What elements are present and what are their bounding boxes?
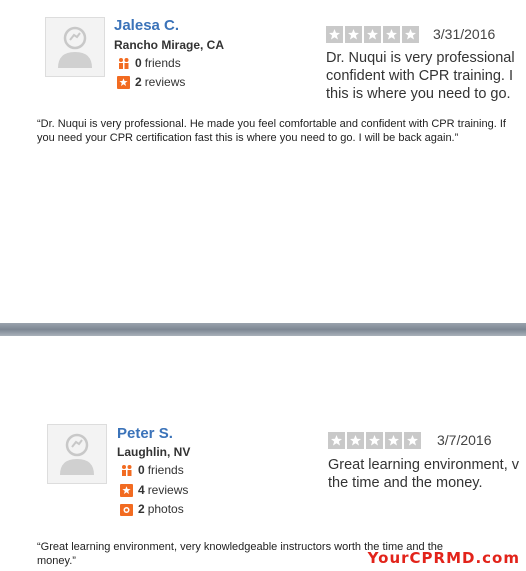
reviews-number: 2: [135, 75, 142, 89]
photos-number: 2: [138, 502, 145, 516]
star-icon: [385, 432, 402, 449]
review-snippet: Dr. Nuqui is very professional confident…: [326, 49, 526, 103]
reviews-count: 2 reviews: [117, 75, 185, 89]
review-star-icon: [120, 483, 133, 497]
avatar[interactable]: [45, 17, 105, 77]
star-rating: [326, 26, 421, 43]
reviews-label: reviews: [144, 75, 186, 89]
star-icon: [345, 26, 362, 43]
review-date: 3/7/2016: [437, 432, 492, 448]
avatar[interactable]: [47, 424, 107, 484]
review-card-1: Jalesa C. Rancho Mirage, CA 0 friends 2 …: [0, 0, 526, 323]
star-icon: [347, 432, 364, 449]
snippet-line: Dr. Nuqui is very professional: [326, 50, 515, 66]
reviews-number: 4: [138, 483, 145, 497]
reviewer-name[interactable]: Peter S.: [117, 425, 173, 442]
star-rating: [328, 432, 423, 449]
star-icon: [364, 26, 381, 43]
star-icon: [328, 432, 345, 449]
review-date: 3/31/2016: [433, 26, 496, 42]
default-user-icon: [58, 26, 92, 68]
review-card-2: Peter S. Laughlin, NV 0 friends 4 review…: [0, 336, 526, 571]
friends-number: 0: [135, 56, 142, 70]
reviews-count: 4 reviews: [120, 483, 188, 497]
camera-icon: [120, 503, 133, 516]
snippet-line: Great learning environment, v: [328, 457, 520, 473]
friends-icon: [120, 464, 133, 477]
snippet-line: this is where you need to go.: [326, 86, 511, 102]
section-divider: [0, 323, 526, 336]
star-icon: [326, 26, 343, 43]
review-quote: “Dr. Nuqui is very professional. He made…: [37, 118, 506, 144]
star-icon: [402, 26, 419, 43]
friends-count: 0 friends: [117, 56, 181, 70]
reviews-label: reviews: [147, 483, 189, 497]
snippet-line: confident with CPR training. I: [326, 68, 513, 84]
reviewer-location: Rancho Mirage, CA: [114, 38, 225, 52]
friends-label: friends: [144, 56, 181, 70]
friends-number: 0: [138, 463, 145, 477]
review-snippet: Great learning environment, v the time a…: [328, 456, 526, 492]
default-user-icon: [60, 433, 94, 475]
star-icon: [366, 432, 383, 449]
star-icon: [383, 26, 400, 43]
review-star-icon: [117, 75, 130, 89]
friends-count: 0 friends: [120, 463, 184, 477]
friends-icon: [117, 57, 130, 70]
friends-label: friends: [147, 463, 184, 477]
photos-label: photos: [147, 502, 184, 516]
photos-count: 2 photos: [120, 502, 184, 516]
reviewer-name[interactable]: Jalesa C.: [114, 17, 179, 34]
star-icon: [404, 432, 421, 449]
snippet-line: the time and the money.: [328, 475, 483, 491]
reviewer-location: Laughlin, NV: [117, 445, 191, 459]
watermark-logo: YourCPRMD.com: [367, 549, 520, 567]
